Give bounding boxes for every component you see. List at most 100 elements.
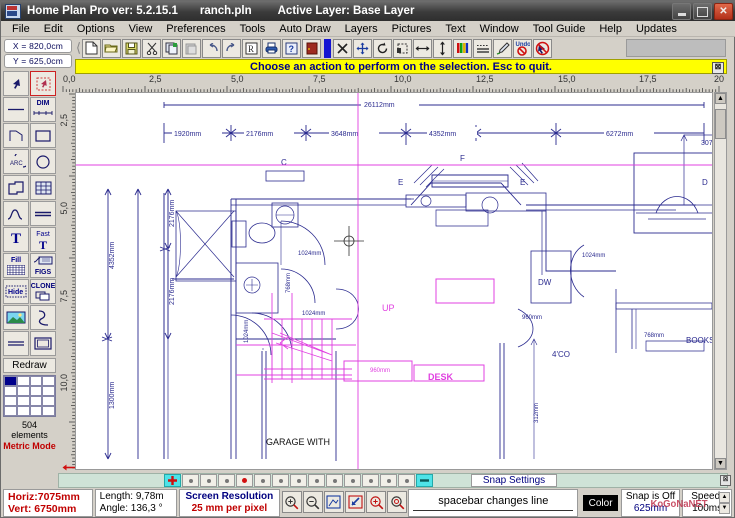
snap-settings-button[interactable]: Snap Settings <box>471 474 557 487</box>
vertical-ruler[interactable]: 2,5 5,0 7,5 10,0 <box>58 92 75 470</box>
save-icon[interactable] <box>122 39 141 58</box>
rotate-icon[interactable] <box>373 39 392 58</box>
color-swatch[interactable] <box>4 386 17 396</box>
layer-button-2[interactable] <box>200 474 217 487</box>
menu-pictures[interactable]: Pictures <box>385 23 439 35</box>
new-file-icon[interactable] <box>82 39 101 58</box>
zoom-all-icon[interactable] <box>387 491 407 513</box>
layer-button-6[interactable] <box>272 474 289 487</box>
circle-icon[interactable] <box>30 149 56 174</box>
scroll-up-arrow[interactable]: ▲ <box>715 93 726 104</box>
menu-layers[interactable]: Layers <box>338 23 385 35</box>
speed-decrement[interactable]: ▼ <box>719 503 730 514</box>
speed-spinner[interactable]: ▲ ▼ <box>719 492 730 514</box>
polyline-icon[interactable] <box>3 123 29 148</box>
layer-button-10[interactable] <box>344 474 361 487</box>
delete-x-icon[interactable] <box>333 39 352 58</box>
arc-icon[interactable]: ARC <box>3 149 29 174</box>
line-icon[interactable] <box>3 97 29 122</box>
color-swatch[interactable] <box>4 396 17 406</box>
layer-button-12[interactable] <box>380 474 397 487</box>
color-swatch[interactable] <box>30 376 43 386</box>
color-swatch[interactable] <box>17 376 30 386</box>
curve-icon[interactable] <box>3 201 29 226</box>
layer-button-9[interactable] <box>326 474 343 487</box>
zoom-in-icon[interactable] <box>282 491 302 513</box>
layer-button-1[interactable] <box>182 474 199 487</box>
menu-help[interactable]: Help <box>592 23 629 35</box>
remove-layer-button[interactable] <box>416 474 433 487</box>
layer-button-8[interactable] <box>308 474 325 487</box>
layer-button-4[interactable] <box>236 474 253 487</box>
paste-icon[interactable] <box>182 39 201 58</box>
add-layer-button[interactable] <box>164 474 181 487</box>
room-icon[interactable] <box>3 175 29 200</box>
help-question-icon[interactable]: ? <box>282 39 301 58</box>
line-style-icon[interactable] <box>473 39 492 58</box>
rectangle-icon[interactable] <box>30 123 56 148</box>
text-icon[interactable]: T <box>3 227 29 252</box>
vertical-scroll-thumb[interactable] <box>715 109 726 139</box>
horizontal-ruler[interactable]: 0,0 2,5 5,0 7,5 10,0 12,5 15,0 17,5 20 <box>61 74 727 92</box>
menu-auto-draw[interactable]: Auto Draw <box>272 23 337 35</box>
zoom-window-icon[interactable] <box>324 491 344 513</box>
wall-double-line-icon[interactable] <box>30 201 56 226</box>
menu-window[interactable]: Window <box>473 23 526 35</box>
arrow-select-icon[interactable] <box>3 71 29 96</box>
color-bars-icon[interactable] <box>453 39 472 58</box>
print-preview-icon[interactable]: R <box>242 39 261 58</box>
cancel-select-icon[interactable] <box>533 39 552 58</box>
color-swatch-grid[interactable] <box>3 375 56 417</box>
eyedropper-icon[interactable] <box>493 39 512 58</box>
zoom-previous-icon[interactable] <box>366 491 386 513</box>
door-exit-icon[interactable] <box>302 39 321 58</box>
redraw-button[interactable]: Redraw <box>3 358 56 373</box>
stretch-horizontal-icon[interactable] <box>413 39 432 58</box>
pan-left-arrow-icon[interactable] <box>61 461 77 473</box>
menu-text[interactable]: Text <box>438 23 472 35</box>
fast-text-icon[interactable]: Fast T <box>30 227 56 252</box>
color-swatch[interactable] <box>17 396 30 406</box>
move-icon[interactable] <box>353 39 372 58</box>
fill-icon[interactable]: Fill <box>3 253 29 278</box>
freehand-icon[interactable] <box>30 305 56 330</box>
zoom-extents-icon[interactable] <box>345 491 365 513</box>
color-swatch[interactable] <box>17 406 30 416</box>
color-swatch[interactable] <box>30 406 43 416</box>
layer-button-11[interactable] <box>362 474 379 487</box>
cut-scissors-icon[interactable] <box>142 39 161 58</box>
window-grid-icon[interactable] <box>30 175 56 200</box>
open-file-icon[interactable] <box>102 39 121 58</box>
color-swatch[interactable] <box>42 396 55 406</box>
close-button[interactable]: ✕ <box>714 3 733 20</box>
copy-icon[interactable] <box>162 39 181 58</box>
minimize-button[interactable] <box>672 3 691 20</box>
undo-arrow-icon[interactable] <box>202 39 221 58</box>
color-button[interactable]: Color <box>583 495 618 511</box>
redo-arrow-icon[interactable] <box>222 39 241 58</box>
menu-edit[interactable]: Edit <box>37 23 70 35</box>
menu-view[interactable]: View <box>122 23 160 35</box>
color-swatch[interactable] <box>17 386 30 396</box>
color-swatch[interactable] <box>30 396 43 406</box>
menu-options[interactable]: Options <box>70 23 122 35</box>
layer-strip-close-icon[interactable]: ⊠ <box>720 475 731 486</box>
picture-icon[interactable] <box>3 305 29 330</box>
hide-icon[interactable]: Hide <box>3 279 29 304</box>
zoom-out-icon[interactable] <box>303 491 323 513</box>
layer-button-7[interactable] <box>290 474 307 487</box>
layer-button-5[interactable] <box>254 474 271 487</box>
menu-preferences[interactable]: Preferences <box>159 23 232 35</box>
dimension-icon[interactable]: DIM <box>30 97 56 122</box>
frame-icon[interactable] <box>30 331 56 356</box>
undo-stop-icon[interactable]: Undo <box>513 39 532 58</box>
figures-icon[interactable]: FIGS <box>30 253 56 278</box>
speed-increment[interactable]: ▲ <box>719 492 730 503</box>
menu-tool-guide[interactable]: Tool Guide <box>526 23 593 35</box>
select-marquee-icon[interactable] <box>393 39 412 58</box>
color-swatch[interactable] <box>42 386 55 396</box>
maximize-button[interactable] <box>693 3 712 20</box>
layer-button-13[interactable] <box>398 474 415 487</box>
printer-icon[interactable] <box>262 39 281 58</box>
color-swatch[interactable] <box>4 406 17 416</box>
